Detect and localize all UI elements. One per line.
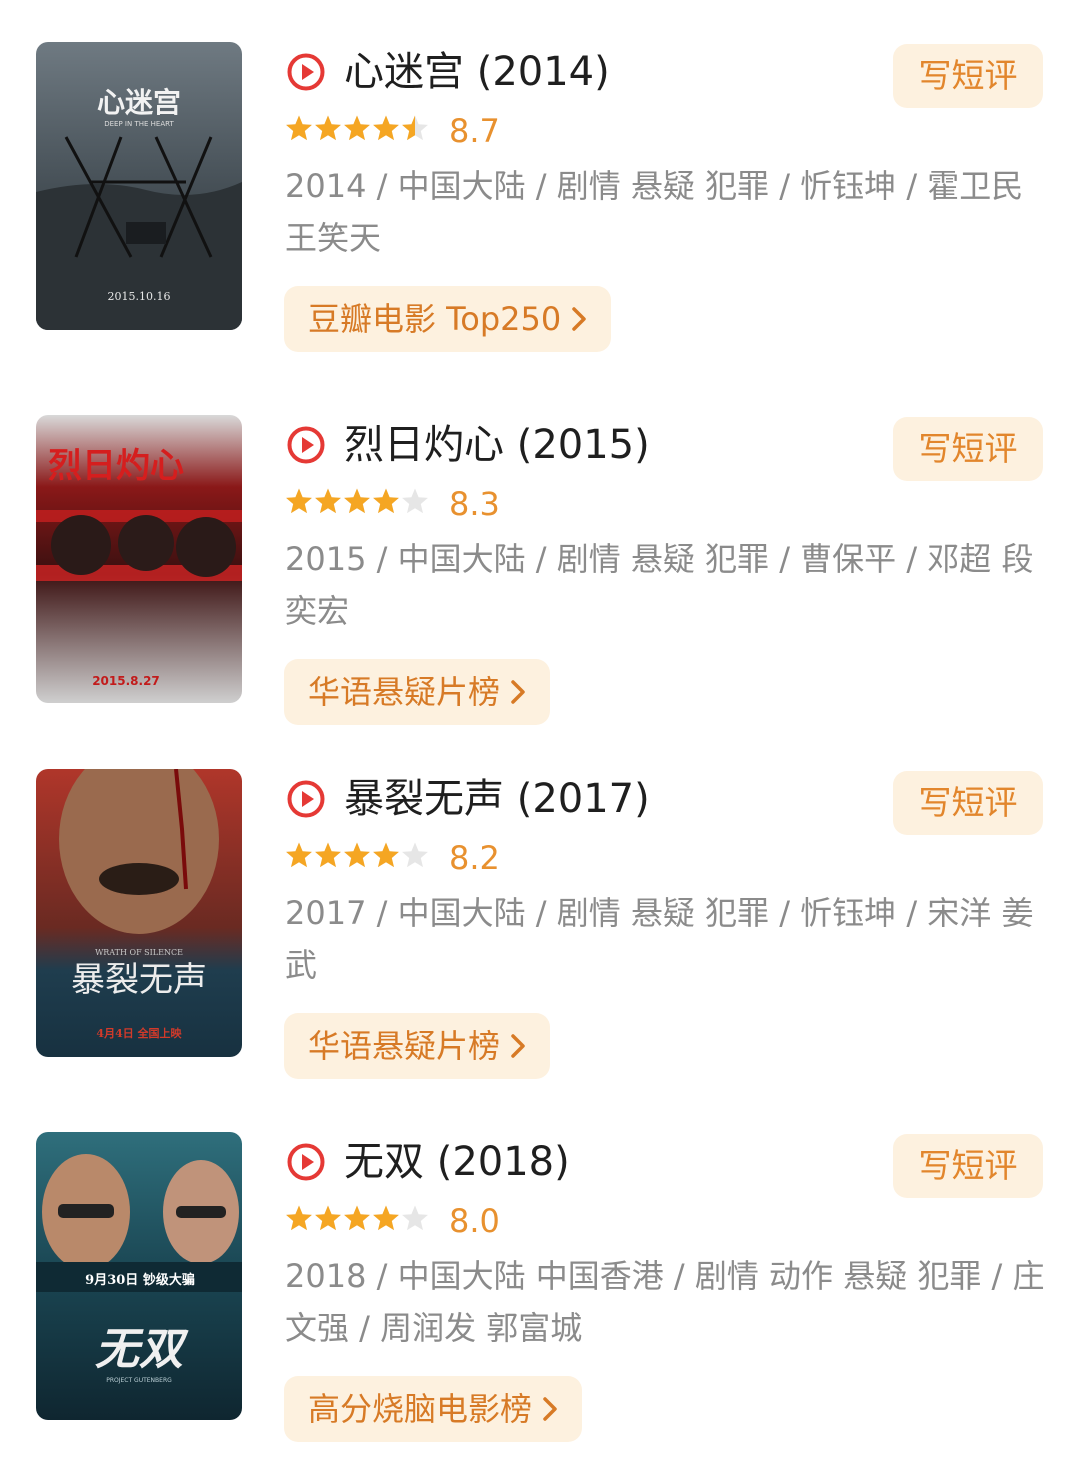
movie-item[interactable]: WRATH OF SILENCE 暴裂无声 4月4日 全国上映 暴裂无声 (20… — [0, 769, 1080, 1109]
star-icon — [402, 842, 428, 868]
ranking-list-label: 豆瓣电影 Top250 — [308, 300, 562, 338]
movie-poster[interactable]: 烈日灼心 2015.8.27 — [36, 415, 242, 703]
write-review-button[interactable]: 写短评 — [893, 1134, 1043, 1198]
chevron-right-icon — [572, 307, 587, 331]
star-icon — [373, 1205, 399, 1231]
poster-subtitle: PROJECT GUTENBERG — [106, 1377, 172, 1384]
ranking-list-tag[interactable]: 华语悬疑片榜 — [284, 1013, 551, 1079]
poster-date: 2015.10.16 — [108, 290, 171, 303]
movie-poster[interactable]: 心迷宫 DEEP IN THE HEART 2015.10.16 — [36, 42, 242, 330]
star-icon — [286, 488, 312, 514]
poster-date: 2015.8.27 — [92, 674, 160, 688]
movie-title[interactable]: 无双 (2018) — [344, 1134, 570, 1190]
star-icon — [402, 488, 428, 514]
write-review-button[interactable]: 写短评 — [893, 771, 1043, 835]
ranking-list-tag[interactable]: 华语悬疑片榜 — [284, 659, 551, 725]
chevron-right-icon — [511, 680, 525, 704]
poster-title: 烈日灼心 — [48, 446, 184, 486]
star-icon — [315, 115, 341, 141]
movie-item[interactable]: 烈日灼心 2015.8.27 烈日灼心 (2015) 写短评 8.3 2015 … — [0, 415, 1080, 755]
rating-score: 8.2 — [449, 839, 500, 877]
play-circle-icon[interactable] — [286, 1142, 326, 1182]
movie-poster[interactable]: 9月30日 钞级大骗 无双 PROJECT GUTENBERG — [36, 1132, 242, 1420]
star-icon — [373, 115, 399, 141]
rating-score: 8.0 — [449, 1202, 500, 1240]
star-icon — [373, 488, 399, 514]
movie-meta: 2018 / 中国大陆 中国香港 / 剧情 动作 悬疑 犯罪 / 庄文强 / 周… — [285, 1257, 1045, 1347]
movie-title[interactable]: 暴裂无声 (2017) — [344, 771, 650, 827]
movie-meta: 2017 / 中国大陆 / 剧情 悬疑 犯罪 / 忻钰坤 / 宋洋 姜武 — [285, 894, 1034, 984]
star-icon — [315, 1205, 341, 1231]
chevron-right-icon — [511, 1034, 525, 1058]
poster-title: 无双 — [95, 1324, 189, 1375]
star-icon — [344, 842, 370, 868]
movie-item[interactable]: 心迷宫 DEEP IN THE HEART 2015.10.16 心迷宫 (20… — [0, 42, 1080, 382]
ranking-list-tag[interactable]: 高分烧脑电影榜 — [284, 1376, 583, 1442]
star-icon — [402, 115, 428, 141]
movie-poster[interactable]: WRATH OF SILENCE 暴裂无声 4月4日 全国上映 — [36, 769, 242, 1057]
chevron-right-icon — [543, 1397, 557, 1421]
star-icon — [344, 488, 370, 514]
poster-date: 9月30日 钞级大骗 — [85, 1272, 195, 1288]
star-icon — [315, 842, 341, 868]
write-review-button[interactable]: 写短评 — [893, 44, 1043, 108]
poster-title: 心迷宫 — [97, 86, 181, 119]
ranking-list-label: 高分烧脑电影榜 — [308, 1390, 533, 1428]
ranking-list-label: 华语悬疑片榜 — [308, 1027, 501, 1065]
poster-title: 暴裂无声 — [71, 960, 207, 1000]
star-icon — [344, 115, 370, 141]
star-icon — [286, 115, 312, 141]
star-icon — [402, 1205, 428, 1231]
star-rating — [285, 841, 430, 875]
play-circle-icon[interactable] — [286, 52, 326, 92]
poster-date: 4月4日 全国上映 — [96, 1026, 182, 1040]
ranking-list-label: 华语悬疑片榜 — [308, 673, 501, 711]
movie-title[interactable]: 心迷宫 (2014) — [344, 44, 610, 100]
movie-meta: 2015 / 中国大陆 / 剧情 悬疑 犯罪 / 曹保平 / 邓超 段奕宏 — [285, 540, 1034, 630]
poster-subtitle: DEEP IN THE HEART — [104, 120, 174, 128]
star-icon — [373, 842, 399, 868]
movie-item[interactable]: 9月30日 钞级大骗 无双 PROJECT GUTENBERG 无双 (2018… — [0, 1132, 1080, 1472]
movie-title[interactable]: 烈日灼心 (2015) — [344, 417, 650, 473]
write-review-button[interactable]: 写短评 — [893, 417, 1043, 481]
poster-subtitle: WRATH OF SILENCE — [95, 948, 183, 957]
star-rating — [285, 487, 430, 521]
ranking-list-tag[interactable]: 豆瓣电影 Top250 — [284, 286, 612, 352]
star-icon — [286, 1205, 312, 1231]
play-circle-icon[interactable] — [286, 779, 326, 819]
star-icon — [286, 842, 312, 868]
star-icon — [315, 488, 341, 514]
star-icon — [344, 1205, 370, 1231]
rating-score: 8.3 — [449, 485, 500, 523]
star-rating — [285, 114, 430, 148]
movie-meta: 2014 / 中国大陆 / 剧情 悬疑 犯罪 / 忻钰坤 / 霍卫民 王笑天 — [285, 167, 1024, 257]
rating-score: 8.7 — [449, 112, 500, 150]
star-rating — [285, 1204, 430, 1238]
play-circle-icon[interactable] — [286, 425, 326, 465]
